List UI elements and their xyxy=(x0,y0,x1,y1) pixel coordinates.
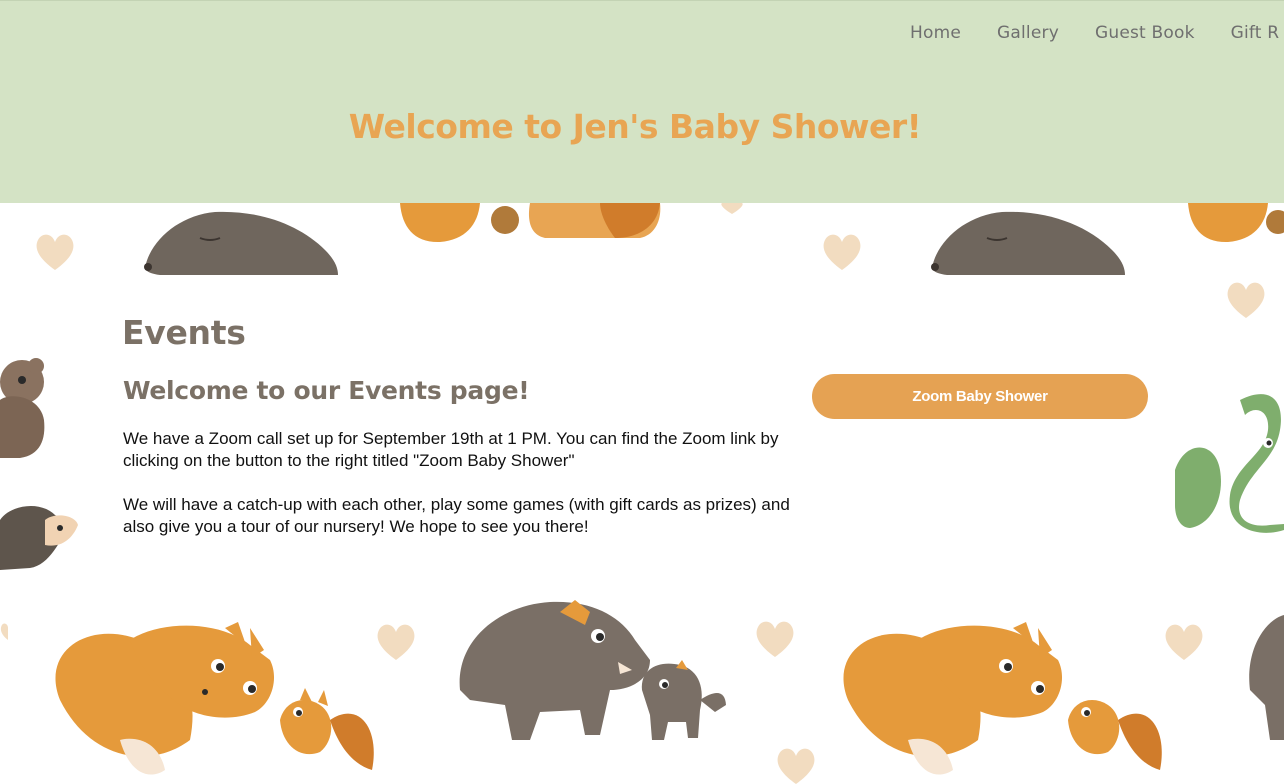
heart-icon xyxy=(721,203,743,214)
fox-illustration xyxy=(55,622,275,775)
events-content-panel: Events Welcome to our Events page! We ha… xyxy=(95,275,1175,578)
heart-icon xyxy=(36,234,74,270)
main-nav: Home Gallery Guest Book Gift R xyxy=(910,21,1284,45)
hedgehog-illustration xyxy=(0,505,78,570)
fox-illustration xyxy=(843,622,1063,775)
heart-icon xyxy=(1227,282,1265,318)
heart-icon xyxy=(823,234,861,270)
boar-illustration xyxy=(459,600,650,740)
page-title: Events xyxy=(122,313,246,352)
fox-kit-illustration xyxy=(280,688,374,770)
squirrel-illustration xyxy=(400,203,661,243)
fox-kit-illustration xyxy=(1068,700,1162,770)
site-title: Welcome to Jen's Baby Shower! xyxy=(348,107,922,146)
heart-icon xyxy=(756,621,794,657)
zoom-baby-shower-button[interactable]: Zoom Baby Shower xyxy=(812,374,1148,419)
heart-icon xyxy=(1165,624,1203,660)
mole-illustration xyxy=(144,211,338,275)
activities-paragraph: We will have a catch-up with each other,… xyxy=(123,495,790,536)
heart-icon xyxy=(0,623,8,640)
site-header: Home Gallery Guest Book Gift R Welcome t… xyxy=(0,0,1284,203)
bear-illustration xyxy=(0,358,45,458)
squirrel-illustration xyxy=(1188,203,1284,243)
snake-illustration xyxy=(1175,394,1284,533)
heart-icon xyxy=(377,624,415,660)
nav-gift-registry-link[interactable]: Gift R xyxy=(1231,21,1280,45)
boar-illustration xyxy=(1249,615,1284,740)
nav-guest-book-link[interactable]: Guest Book xyxy=(1095,21,1195,45)
events-welcome-heading: Welcome to our Events page! xyxy=(123,376,530,405)
nav-gallery-link[interactable]: Gallery xyxy=(997,21,1059,45)
boar-piglet-illustration xyxy=(641,660,726,740)
zoom-call-paragraph: We have a Zoom call set up for September… xyxy=(123,429,779,470)
heart-icon xyxy=(777,748,815,784)
nav-home-link[interactable]: Home xyxy=(910,21,961,45)
mole-illustration xyxy=(931,211,1125,275)
